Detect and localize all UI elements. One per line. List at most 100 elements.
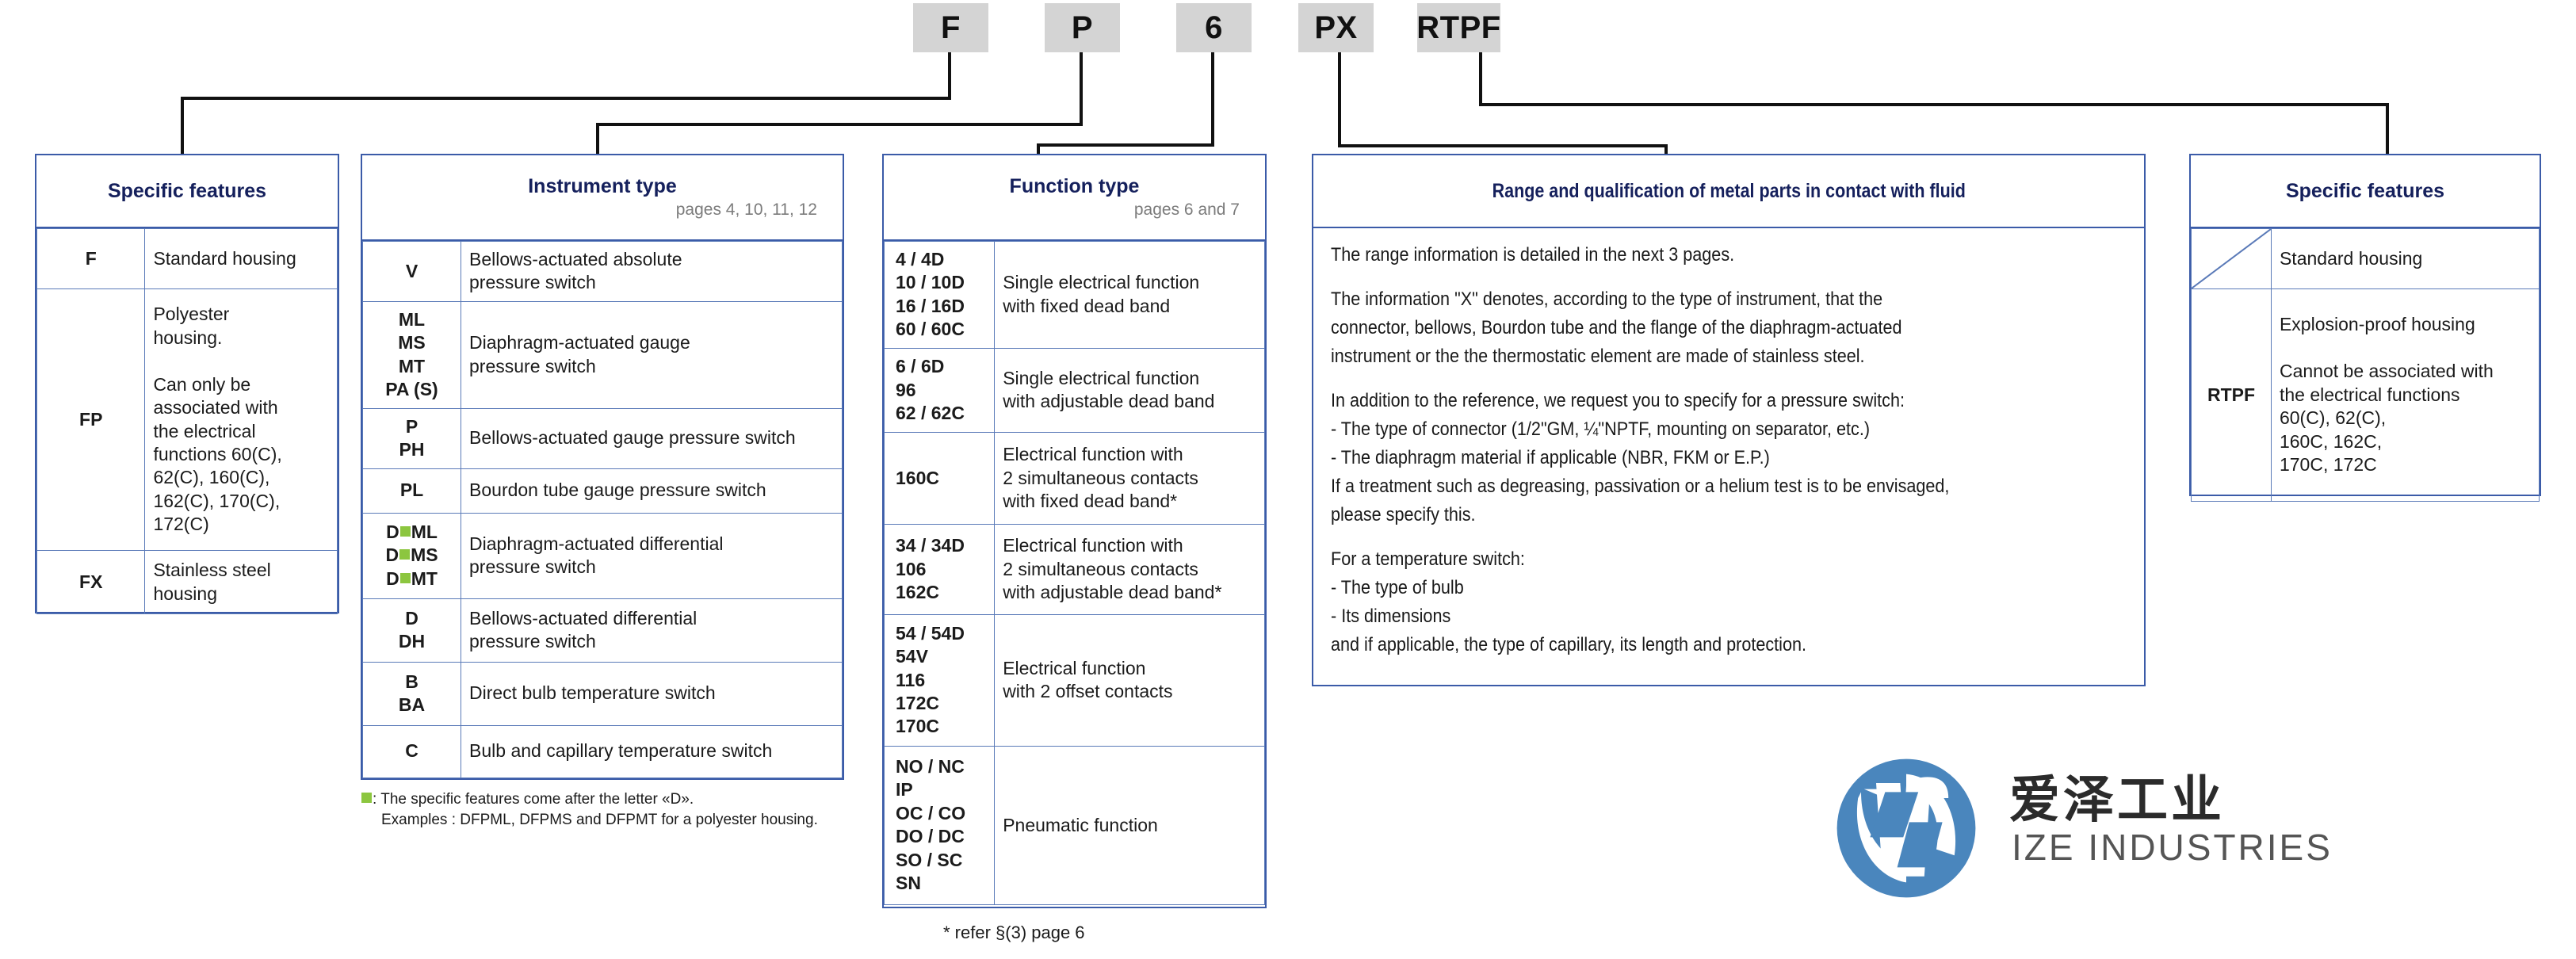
it-desc-2: Bellows-actuated gauge pressure switch xyxy=(461,407,843,469)
it-desc-5: Bellows-actuated differential pressure s… xyxy=(461,598,843,663)
sf-left-desc-0: Standard housing xyxy=(144,228,338,289)
connector-rtpf-drop xyxy=(1479,52,1482,106)
it-code-3: PL xyxy=(361,468,462,514)
code-box-px-label: PX xyxy=(1314,10,1358,45)
sf-left-code-1: FP xyxy=(36,288,146,551)
it-code-2: P PH xyxy=(361,407,462,469)
table-row: C Bulb and capillary temperature switch xyxy=(361,724,843,778)
connector-p-run xyxy=(596,123,1083,126)
table-row: FX Stainless steel housing xyxy=(36,550,338,614)
panel-instrument-type: Instrument type pages 4, 10, 11, 12 V Be… xyxy=(361,154,844,780)
table-row: 160C Electrical function with 2 simultan… xyxy=(883,431,1265,525)
it-code-0: V xyxy=(361,241,462,302)
table-row: Standard housing xyxy=(2191,228,2540,289)
connector-f-run xyxy=(181,97,951,100)
it-code-7: C xyxy=(361,724,462,778)
ft-desc-4: Electrical function with 2 offset contac… xyxy=(994,613,1265,747)
function-type-table: 4 / 4D 10 / 10D 16 / 16D 60 / 60C Single… xyxy=(883,241,1265,905)
it-code-4-marked: D ML D MS D MT xyxy=(361,512,462,599)
connector-rtpf-run xyxy=(1479,103,2389,106)
panel-function-subtitle: pages 6 and 7 xyxy=(1133,201,1240,220)
connector-p-enter xyxy=(596,123,599,154)
it-desc-7: Bulb and capillary temperature switch xyxy=(461,724,843,778)
table-row: RTPF Explosion-proof housing Cannot be a… xyxy=(2191,288,2540,502)
code-box-rtpf[interactable]: RTPF xyxy=(1416,3,1501,52)
ft-code-5: NO / NC IP OC / CO DO / DC SO / SC SN xyxy=(883,745,996,905)
connector-6-enter xyxy=(1037,143,1040,154)
connector-6-run xyxy=(1037,143,1214,147)
table-row: FP Polyester housing. Can only be associ… xyxy=(36,288,338,551)
it-desc-4: Diaphragm-actuated differential pressure… xyxy=(461,512,843,599)
sf-left-desc-1: Polyester housing. Can only be associate… xyxy=(144,288,338,551)
table-row: ML MS MT PA (S) Diaphragm-actuated gauge… xyxy=(361,300,843,409)
panel-specific-features-right: Specific features Standard housing RTPF … xyxy=(2189,154,2541,502)
note-line-1: : The specific features come after the l… xyxy=(373,791,694,808)
green-marker-icon xyxy=(399,525,411,537)
code-box-f[interactable]: F xyxy=(913,3,988,52)
panel-right-title: Specific features xyxy=(2285,179,2445,202)
panel-instrument-header: Instrument type pages 4, 10, 11, 12 xyxy=(362,155,843,241)
sf-left-code-0: F xyxy=(36,228,146,289)
instrument-type-table: V Bellows-actuated absolute pressure swi… xyxy=(361,241,843,778)
it-desc-1: Diaphragm-actuated gauge pressure switch xyxy=(461,300,843,409)
it-desc-0: Bellows-actuated absolute pressure switc… xyxy=(461,241,843,302)
panel-right-header: Specific features xyxy=(2191,155,2540,228)
table-row: NO / NC IP OC / CO DO / DC SO / SC SN Pn… xyxy=(883,745,1265,905)
code-box-p-label: P xyxy=(1071,10,1094,45)
green-marker-icon xyxy=(399,572,411,583)
it-code-1: ML MS MT PA (S) xyxy=(361,300,462,409)
connector-px-drop xyxy=(1338,52,1341,147)
code-box-6[interactable]: 6 xyxy=(1176,3,1252,52)
table-row: PL Bourdon tube gauge pressure switch xyxy=(361,468,843,514)
table-row: B BA Direct bulb temperature switch xyxy=(361,661,843,726)
table-row: D ML D MS D MT Diaphragm-actuated differentia… xyxy=(361,512,843,599)
it-desc-6: Direct bulb temperature switch xyxy=(461,661,843,726)
panel-range-body: The range information is detailed in the… xyxy=(1313,228,2144,667)
panel-range-header: Range and qualification of metal parts i… xyxy=(1313,155,2144,228)
code-box-px[interactable]: PX xyxy=(1298,3,1374,52)
panel-function-header: Function type pages 6 and 7 xyxy=(884,155,1265,241)
ft-desc-0: Single electrical function with fixed de… xyxy=(994,241,1265,349)
sf-right-code-0 xyxy=(2191,228,2272,289)
code-box-rtpf-label: RTPF xyxy=(1416,10,1501,45)
panel-instrument-title: Instrument type xyxy=(528,174,677,197)
table-row: 34 / 34D 106 162C Electrical function wi… xyxy=(883,523,1265,615)
sf-left-code-2: FX xyxy=(36,550,146,614)
ft-desc-3: Electrical function with 2 simultaneous … xyxy=(994,523,1265,615)
panel-instrument-subtitle: pages 4, 10, 11, 12 xyxy=(675,201,817,220)
sf-left-desc-2: Stainless steel housing xyxy=(144,550,338,614)
diagonal-slash-icon xyxy=(2192,229,2271,288)
code-box-f-label: F xyxy=(941,10,961,45)
green-marker-icon xyxy=(361,793,372,803)
panel-specific-features-left: Specific features F Standard housing FP … xyxy=(35,154,339,614)
specific-features-right-table: Standard housing RTPF Explosion-proof ho… xyxy=(2191,228,2540,502)
sf-right-code-1: RTPF xyxy=(2191,288,2272,502)
logo-chinese-text: 爱泽工业 xyxy=(2009,771,2225,828)
connector-px-run xyxy=(1338,144,1668,147)
green-marker-icon xyxy=(399,549,411,560)
diagram-canvas: F P 6 PX RTPF Specific features F Standa… xyxy=(0,0,2576,959)
table-row: V Bellows-actuated absolute pressure swi… xyxy=(361,241,843,302)
ize-logo-mark-icon xyxy=(1836,758,1976,898)
specific-features-left-table: F Standard housing FP Polyester housing.… xyxy=(36,228,338,614)
ft-code-3: 34 / 34D 106 162C xyxy=(883,523,996,615)
ft-desc-1: Single electrical function with adjustab… xyxy=(994,347,1265,433)
panel-range-title: Range and qualification of metal parts i… xyxy=(1492,179,1966,202)
ft-code-2: 160C xyxy=(883,431,996,525)
connector-rtpf-enter xyxy=(2386,103,2389,154)
panel-left-title: Specific features xyxy=(107,179,267,202)
ize-industries-logo: 爱泽工业 IZE INDUSTRIES xyxy=(1831,753,2402,919)
connector-f-drop xyxy=(948,52,951,100)
range-paragraph-2: In addition to the reference, we request… xyxy=(1331,390,1950,525)
panel-function-type: Function type pages 6 and 7 4 / 4D 10 / … xyxy=(882,154,1267,908)
ft-desc-2: Electrical function with 2 simultaneous … xyxy=(994,431,1265,525)
ft-code-0: 4 / 4D 10 / 10D 16 / 16D 60 / 60C xyxy=(883,241,996,349)
code-box-p[interactable]: P xyxy=(1045,3,1120,52)
range-paragraph-0: The range information is detailed in the… xyxy=(1331,244,1735,266)
it-code-6: B BA xyxy=(361,661,462,726)
connector-f-enter xyxy=(181,97,184,154)
table-row: 54 / 54D 54V 116 172C 170C Electrical fu… xyxy=(883,613,1265,747)
ft-code-1: 6 / 6D 96 62 / 62C xyxy=(883,347,996,433)
connector-p-drop xyxy=(1080,52,1083,126)
sf-right-desc-1: Explosion-proof housing Cannot be associ… xyxy=(2270,288,2540,502)
